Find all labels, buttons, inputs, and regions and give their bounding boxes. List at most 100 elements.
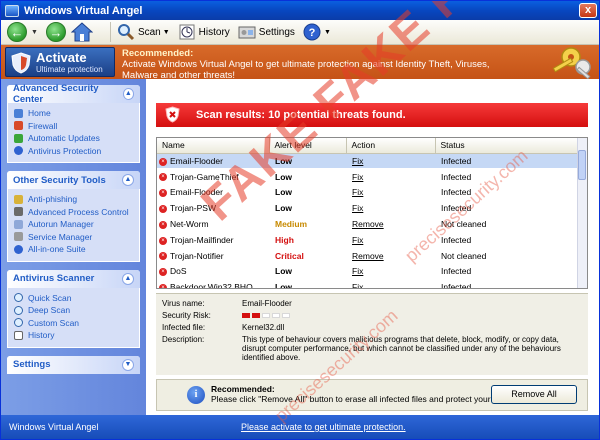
scrollbar-thumb[interactable]: [578, 150, 586, 180]
sidebar-item-antivirus-protection[interactable]: Antivirus Protection: [14, 145, 133, 158]
scan-label: Scan: [137, 26, 161, 38]
action-link[interactable]: Fix: [348, 235, 363, 245]
threat-status: Infected: [441, 203, 472, 214]
alert-level: Low: [275, 155, 292, 166]
panel-header[interactable]: Antivirus Scanner ▲: [7, 269, 140, 288]
action-link[interactable]: Remove: [348, 219, 384, 229]
status-cell: Infected: [435, 153, 579, 170]
action-cell: Fix: [346, 184, 435, 201]
back-button[interactable]: ←: [7, 22, 27, 42]
sidebar-item-history[interactable]: History: [14, 329, 133, 342]
sidebar-item-quick-scan[interactable]: Quick Scan: [14, 292, 133, 305]
table-row[interactable]: × Trojan-Mailfinder High Fix Infected: [157, 231, 579, 249]
recommendation-body: Please click "Remove All" button to eras…: [211, 394, 505, 404]
panel-header[interactable]: Advanced Security Center ▲: [7, 83, 140, 105]
panel-body: Home Firewall Automatic Updates Antiviru…: [7, 103, 140, 163]
status-cell: Not cleaned: [435, 216, 579, 233]
settings-icon: [238, 23, 256, 41]
threat-status: Infected: [441, 234, 472, 245]
threat-icon: ×: [159, 268, 167, 277]
risk-segment: [282, 313, 290, 318]
collapse-icon[interactable]: ▲: [122, 272, 134, 285]
threat-status: Infected: [441, 171, 472, 182]
table-row[interactable]: × Net-Worm Medium Remove Not cleaned: [157, 216, 579, 233]
action-link[interactable]: Fix: [348, 156, 363, 166]
collapse-icon[interactable]: ▲: [122, 174, 134, 186]
history-button[interactable]: History: [178, 23, 230, 41]
table-scrollbar[interactable]: [577, 138, 587, 288]
sidebar-item-service-manager[interactable]: Service Manager: [14, 231, 133, 244]
status-cell: Infected: [435, 200, 579, 217]
table-row[interactable]: × Trojan-PSW Low Fix Infected: [157, 200, 579, 217]
action-link[interactable]: Fix: [348, 282, 363, 288]
sidebar-item-label: Autorun Manager: [28, 219, 94, 230]
remove-all-button[interactable]: Remove All: [491, 385, 577, 404]
column-header-status[interactable]: Status: [435, 138, 579, 154]
panel-antivirus-scanner: Antivirus Scanner ▲ Quick Scan Deep Scan…: [7, 269, 140, 348]
sidebar-item-anti-phishing[interactable]: Anti-phishing: [14, 193, 133, 206]
table-row[interactable]: × Trojan-Notifier Critical Remove Not cleane…: [157, 247, 579, 265]
action-link[interactable]: Fix: [348, 187, 363, 197]
action-link[interactable]: Fix: [348, 172, 363, 182]
service-icon: [14, 232, 23, 242]
infected-file-value: Kernel32.dll: [242, 323, 285, 332]
table-row[interactable]: × DoS Low Fix Infected: [157, 263, 579, 280]
sidebar-item-deep-scan[interactable]: Deep Scan: [14, 304, 133, 317]
panel-title: Other Security Tools: [13, 174, 106, 186]
sidebar-item-home[interactable]: Home: [14, 107, 133, 120]
action-cell: Fix: [346, 200, 435, 217]
activate-link[interactable]: Please activate to get ultimate protecti…: [241, 422, 406, 432]
scan-dropdown-icon: ▼: [162, 28, 170, 36]
panel-header[interactable]: Other Security Tools ▲: [7, 171, 140, 189]
banner-recommendation: Recommended: Activate Windows Virtual An…: [122, 48, 517, 81]
svg-text:?: ?: [309, 27, 316, 39]
detail-row-description: Description: This type of behaviour cove…: [162, 335, 582, 362]
table-row[interactable]: × Email-Flooder Low Fix Infected: [157, 184, 579, 201]
threat-name: Backdoor.Win32.BHO: [170, 282, 253, 289]
action-link[interactable]: Remove: [348, 251, 384, 261]
activate-button[interactable]: Activate Ultimate protection: [5, 47, 115, 77]
app-window: Windows Virtual Angel x ← ▼ → Scan ▼ His…: [0, 0, 600, 440]
sidebar-item-label: Deep Scan: [28, 305, 71, 316]
table-row[interactable]: × Backdoor.Win32.BHO Low Fix Infected: [157, 279, 579, 289]
sidebar-item-label: Service Manager: [28, 231, 93, 242]
threat-name-cell: × Email-Flooder: [157, 184, 269, 201]
sidebar-item-automatic-updates[interactable]: Automatic Updates: [14, 132, 133, 145]
sidebar-item-label: Firewall: [28, 120, 58, 131]
column-header-alert-level[interactable]: Alert level: [269, 138, 347, 154]
action-cell: Remove: [346, 247, 435, 265]
back-dropdown-icon[interactable]: ▼: [31, 29, 38, 36]
sidebar-item-all-in-one-suite[interactable]: All-in-one Suite: [14, 243, 133, 256]
action-link[interactable]: Fix: [348, 266, 363, 276]
expand-icon[interactable]: ▼: [122, 358, 134, 371]
clock-icon: [14, 330, 23, 340]
home-button[interactable]: [70, 21, 94, 43]
sidebar-item-advanced-process-control[interactable]: Advanced Process Control: [14, 206, 133, 219]
panel-header[interactable]: Settings ▼: [7, 355, 140, 374]
sidebar-item-label: History: [28, 330, 55, 341]
alert-level-cell: Low: [269, 153, 346, 170]
column-header-name[interactable]: Name: [157, 138, 270, 154]
collapse-icon[interactable]: ▲: [122, 88, 134, 100]
table-row[interactable]: × Trojan-GameThief Low Fix Infected: [157, 168, 579, 186]
threats-table: Name Alert level Action Status × Email-Fl…: [156, 137, 588, 289]
close-button[interactable]: x: [579, 3, 597, 18]
forward-button[interactable]: →: [45, 22, 66, 42]
threat-name-cell: × Net-Worm: [157, 216, 269, 233]
column-header-action[interactable]: Action: [346, 138, 436, 154]
settings-button[interactable]: Settings: [238, 23, 295, 41]
updates-icon: [14, 133, 23, 143]
home-icon: [14, 108, 23, 118]
sidebar-item-autorun-manager[interactable]: Autorun Manager: [14, 218, 133, 231]
magnifier-icon: [14, 293, 23, 303]
title-bar[interactable]: Windows Virtual Angel x: [1, 1, 599, 20]
table-row[interactable]: × Email-Flooder Low Fix Infected: [157, 153, 579, 170]
help-button[interactable]: ? ▼: [303, 23, 331, 41]
action-link[interactable]: Fix: [348, 203, 363, 213]
threat-name-cell: × Email-Flooder: [157, 153, 269, 170]
scan-button[interactable]: Scan ▼: [117, 23, 170, 41]
sidebar-item-firewall[interactable]: Firewall: [14, 120, 133, 133]
alert-level: Low: [275, 266, 292, 277]
description-value: This type of behaviour covers malicious …: [242, 335, 561, 362]
sidebar-item-custom-scan[interactable]: Custom Scan: [14, 317, 133, 330]
